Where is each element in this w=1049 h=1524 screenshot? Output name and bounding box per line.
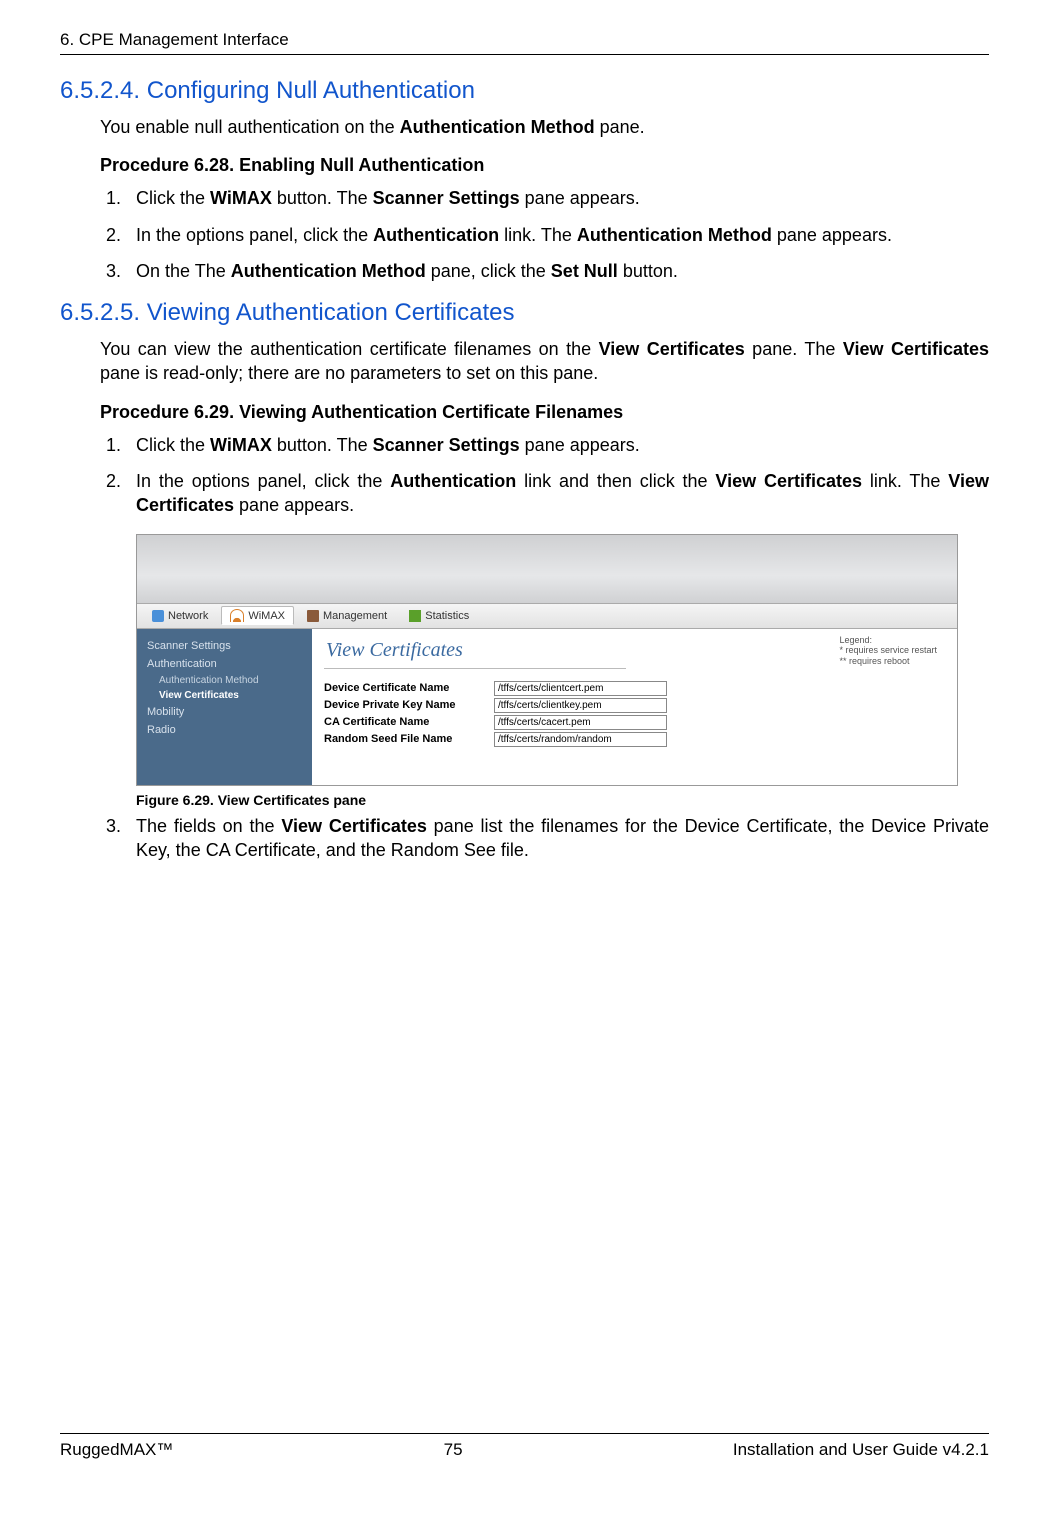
sidebar-item-radio[interactable]: Radio bbox=[137, 721, 312, 739]
bold-auth-method: Authentication Method bbox=[400, 117, 595, 137]
intro-6525: You can view the authentication certific… bbox=[100, 337, 989, 386]
procedure-629-list: Click the WiMAX button. The Scanner Sett… bbox=[100, 433, 989, 518]
bold-scanner-settings: Scanner Settings bbox=[373, 188, 520, 208]
text: The fields on the bbox=[136, 816, 281, 836]
legend-box: Legend: * requires service restart ** re… bbox=[839, 635, 937, 667]
step-3: The fields on the View Certificates pane… bbox=[126, 814, 989, 863]
bold-authentication: Authentication bbox=[373, 225, 499, 245]
bold-view-certs: View Certificates bbox=[599, 339, 745, 359]
bold-view-certs: View Certificates bbox=[281, 816, 427, 836]
bold-wimax: WiMAX bbox=[210, 188, 272, 208]
intro-6524: You enable null authentication on the Au… bbox=[100, 115, 989, 139]
page-footer: RuggedMAX™ 75 Installation and User Guid… bbox=[60, 1433, 989, 1460]
monitor-icon bbox=[307, 610, 319, 622]
text: pane appears. bbox=[520, 188, 640, 208]
form-rows: Device Certificate Name /tffs/certs/clie… bbox=[324, 681, 945, 747]
bold-authentication: Authentication bbox=[390, 471, 516, 491]
text: pane appears. bbox=[772, 225, 892, 245]
text: button. The bbox=[272, 188, 373, 208]
footer-right: Installation and User Guide v4.2.1 bbox=[733, 1440, 989, 1460]
sidebar-item-view-certs[interactable]: View Certificates bbox=[137, 688, 312, 703]
text: On the The bbox=[136, 261, 231, 281]
input-device-key[interactable]: /tffs/certs/clientkey.pem bbox=[494, 698, 667, 713]
text: pane, click the bbox=[426, 261, 551, 281]
wifi-icon bbox=[230, 609, 244, 622]
section-title-6525: 6.5.2.5. Viewing Authentication Certific… bbox=[60, 299, 989, 327]
step-1: Click the WiMAX button. The Scanner Sett… bbox=[126, 186, 989, 210]
tab-label: Management bbox=[323, 610, 387, 622]
input-ca-cert[interactable]: /tffs/certs/cacert.pem bbox=[494, 715, 667, 730]
screenshot-main: Legend: * requires service restart ** re… bbox=[312, 629, 957, 785]
text: pane appears. bbox=[234, 495, 354, 515]
bold-auth-method: Authentication Method bbox=[231, 261, 426, 281]
screenshot-banner bbox=[137, 535, 957, 604]
text: You can view the authentication certific… bbox=[100, 339, 599, 359]
procedure-title-629: Procedure 6.29. Viewing Authentication C… bbox=[100, 402, 989, 423]
text: You enable null authentication on the bbox=[100, 117, 400, 137]
footer-left: RuggedMAX™ bbox=[60, 1440, 173, 1460]
tab-wimax[interactable]: WiMAX bbox=[221, 606, 294, 625]
bars-icon bbox=[409, 610, 421, 622]
label-device-cert: Device Certificate Name bbox=[324, 682, 494, 694]
text: pane is read-only; there are no paramete… bbox=[100, 363, 598, 383]
step-1: Click the WiMAX button. The Scanner Sett… bbox=[126, 433, 989, 457]
text: button. bbox=[618, 261, 678, 281]
tab-statistics[interactable]: Statistics bbox=[400, 607, 478, 625]
text: pane appears. bbox=[520, 435, 640, 455]
text: Click the bbox=[136, 188, 210, 208]
procedure-629-list-cont: The fields on the View Certificates pane… bbox=[100, 814, 989, 863]
text: pane. The bbox=[745, 339, 843, 359]
step-3: On the The Authentication Method pane, c… bbox=[126, 259, 989, 283]
sidebar-item-auth[interactable]: Authentication bbox=[137, 655, 312, 673]
tab-management[interactable]: Management bbox=[298, 607, 396, 625]
sidebar-item-mobility[interactable]: Mobility bbox=[137, 703, 312, 721]
text: In the options panel, click the bbox=[136, 225, 373, 245]
row-device-cert: Device Certificate Name /tffs/certs/clie… bbox=[324, 681, 945, 696]
procedure-628-list: Click the WiMAX button. The Scanner Sett… bbox=[100, 186, 989, 283]
page-header: 6. CPE Management Interface bbox=[60, 30, 989, 55]
bold-auth-method: Authentication Method bbox=[577, 225, 772, 245]
text: link. The bbox=[862, 471, 948, 491]
input-device-cert[interactable]: /tffs/certs/clientcert.pem bbox=[494, 681, 667, 696]
screenshot-tabs: Network WiMAX Management Statistics bbox=[137, 604, 957, 629]
bold-set-null: Set Null bbox=[551, 261, 618, 281]
figure-629: Network WiMAX Management Statistics Scan… bbox=[136, 534, 989, 786]
label-ca-cert: CA Certificate Name bbox=[324, 716, 494, 728]
tab-network[interactable]: Network bbox=[143, 607, 217, 625]
text: pane. bbox=[595, 117, 645, 137]
procedure-title-628: Procedure 6.28. Enabling Null Authentica… bbox=[100, 155, 989, 176]
network-icon bbox=[152, 610, 164, 622]
sidebar-item-auth-method[interactable]: Authentication Method bbox=[137, 673, 312, 688]
text: link and then click the bbox=[516, 471, 715, 491]
figure-caption-629: Figure 6.29. View Certificates pane bbox=[136, 792, 989, 808]
footer-center: 75 bbox=[444, 1440, 463, 1460]
legend-line: ** requires reboot bbox=[839, 656, 937, 667]
input-random-seed[interactable]: /tffs/certs/random/random bbox=[494, 732, 667, 747]
row-random-seed: Random Seed File Name /tffs/certs/random… bbox=[324, 732, 945, 747]
section-title-6524: 6.5.2.4. Configuring Null Authentication bbox=[60, 77, 989, 105]
step-2: In the options panel, click the Authenti… bbox=[126, 469, 989, 518]
tab-label: Statistics bbox=[425, 610, 469, 622]
label-device-key: Device Private Key Name bbox=[324, 699, 494, 711]
tab-label: Network bbox=[168, 610, 208, 622]
step-2: In the options panel, click the Authenti… bbox=[126, 223, 989, 247]
bold-view-certs: View Certificates bbox=[843, 339, 989, 359]
row-device-key: Device Private Key Name /tffs/certs/clie… bbox=[324, 698, 945, 713]
screenshot-view-certs: Network WiMAX Management Statistics Scan… bbox=[136, 534, 958, 786]
bold-wimax: WiMAX bbox=[210, 435, 272, 455]
label-random-seed: Random Seed File Name bbox=[324, 733, 494, 745]
text: button. The bbox=[272, 435, 373, 455]
bold-scanner-settings: Scanner Settings bbox=[373, 435, 520, 455]
text: link. The bbox=[499, 225, 577, 245]
bold-view-certs: View Certificates bbox=[715, 471, 862, 491]
legend-title: Legend: bbox=[839, 635, 937, 646]
sidebar-item-scanner[interactable]: Scanner Settings bbox=[137, 637, 312, 655]
row-ca-cert: CA Certificate Name /tffs/certs/cacert.p… bbox=[324, 715, 945, 730]
legend-line: * requires service restart bbox=[839, 645, 937, 656]
screenshot-sidebar: Scanner Settings Authentication Authenti… bbox=[137, 629, 312, 785]
text: Click the bbox=[136, 435, 210, 455]
text: In the options panel, click the bbox=[136, 471, 390, 491]
pane-title: View Certificates bbox=[324, 637, 626, 669]
tab-label: WiMAX bbox=[248, 610, 285, 622]
